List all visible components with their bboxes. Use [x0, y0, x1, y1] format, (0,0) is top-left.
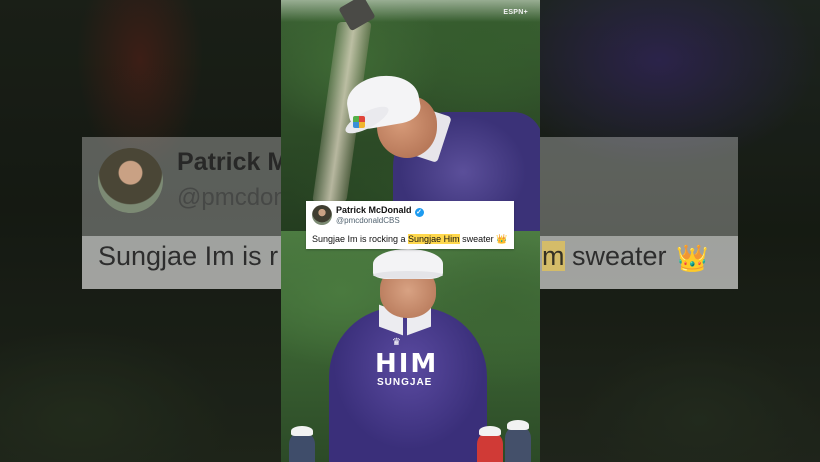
spectator-cap: [479, 426, 501, 436]
verified-badge-icon: ✓: [414, 208, 424, 217]
tweet-card[interactable]: Patrick McDonald ✓ @pmcdonaldCBS Sungjae …: [306, 201, 514, 249]
spectator: [289, 426, 315, 462]
spectator-cap: [507, 420, 529, 430]
sky: [281, 0, 540, 22]
background-crown-icon: 👑: [676, 243, 709, 273]
tweet-text: Sungjae Im is rocking a Sungjae Him swea…: [312, 234, 507, 245]
spectator: [505, 420, 531, 462]
background-tweet-text-left: Sungjae Im is r: [98, 241, 279, 271]
crown-emoji-icon: 👑: [496, 234, 508, 244]
cap-logo-icon: [353, 116, 365, 128]
tweet-author-name-text: Patrick McDonald: [336, 205, 412, 215]
tweet-text-after: sweater: [459, 234, 497, 244]
video-frame-bottom: ♛ HIM SUNGJAE: [281, 231, 540, 462]
golfer-bottom-cap-brim: [373, 271, 443, 279]
tweet-text-before: Sungjae Im is rocking a: [312, 234, 409, 244]
sweater-crown-icon: ♛: [392, 337, 401, 348]
spectator: [477, 426, 503, 462]
tweet-text-highlight: Sungjae Him: [408, 234, 460, 244]
video-frame-top: ESPN+: [281, 0, 540, 231]
broadcaster-watermark: ESPN+: [503, 9, 528, 16]
tweet-avatar[interactable]: [312, 205, 332, 225]
background-tweet-highlight: m: [542, 241, 565, 271]
background-tweet-text-right: m sweater: [542, 241, 667, 272]
tweet-author-handle[interactable]: @pmcdonaldCBS: [336, 216, 400, 225]
background-tweet-avatar: [98, 148, 163, 213]
sweater-sungjae-text: SUNGJAE: [377, 377, 433, 388]
sweater-him-text: HIM: [375, 349, 439, 379]
background-tweet-name: Patrick M: [177, 148, 289, 176]
background-tweet-handle: @pmcdon: [177, 184, 287, 211]
background-tweet-text-tail: sweater: [564, 241, 667, 271]
spectator-cap: [291, 426, 313, 436]
